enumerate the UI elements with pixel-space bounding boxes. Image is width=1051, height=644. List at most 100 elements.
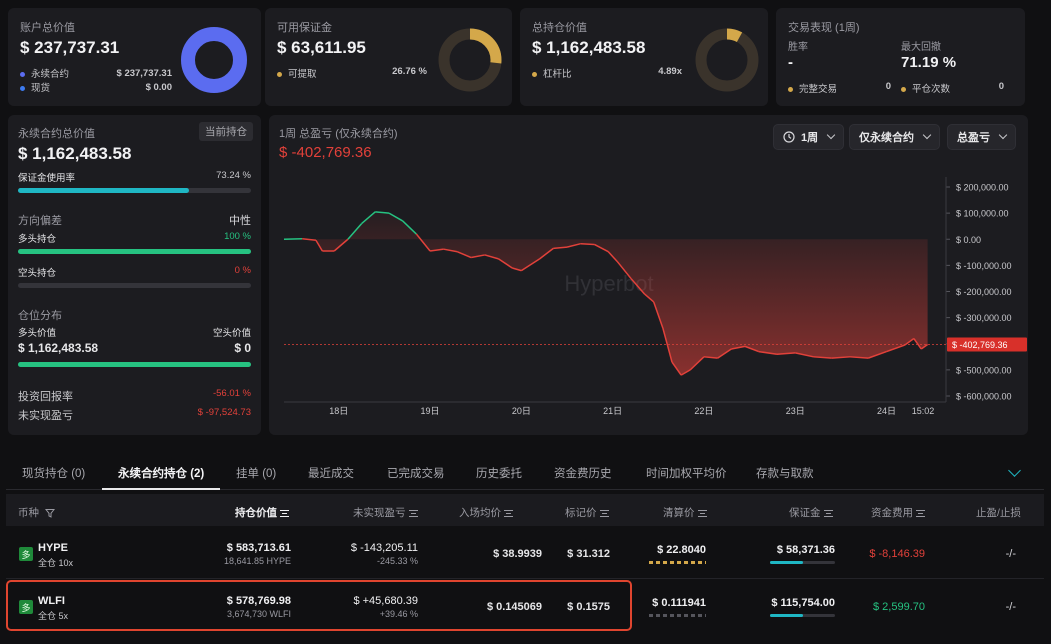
margin-usage-value: 73.24 % <box>216 170 251 181</box>
sort-icon <box>697 509 707 517</box>
dist-long-value: $ 1,162,483.58 <box>18 341 99 355</box>
coin-cell[interactable]: HYPE 全仓 10x <box>38 542 73 569</box>
highlight-box <box>6 580 632 631</box>
y-tick-label: $ -300,000.00 <box>956 313 1012 323</box>
x-tick-label: 15:02 <box>912 406 935 416</box>
margin-usage-label: 保证金使用率 <box>18 173 76 184</box>
th-margin[interactable]: 保证金 <box>789 505 833 520</box>
perp-label: 永续合约 <box>31 69 70 80</box>
th-tpsl: 止盈/止损 <box>976 505 1021 520</box>
x-tick-label: 20日 <box>512 406 531 416</box>
liq-price: $ 0.111941 <box>652 597 706 609</box>
tpsl-value[interactable]: -/- <box>1006 601 1016 613</box>
tab-7[interactable]: 时间加权平均价 <box>646 465 727 481</box>
entry-price: $ 38.9939 <box>493 548 542 560</box>
leverage-label: 杠杆比 <box>543 69 572 80</box>
th-liq[interactable]: 清算价 <box>663 505 707 520</box>
leverage-row: 杠杆比 4.89x <box>532 66 682 80</box>
total-position-card: 总持仓价值 $ 1,162,483.58 杠杆比 4.89x <box>520 8 768 106</box>
upnl-label: 未实现盈亏 <box>18 410 73 422</box>
pnl-chart: Hyperbot$ 200,000.00$ 100,000.00$ 0.00$ … <box>283 177 1027 416</box>
withdrawable-value: 26.76 % <box>392 66 427 77</box>
withdrawable-label: 可提取 <box>288 69 317 80</box>
position-donut <box>695 28 759 92</box>
mark-price: $ 31.312 <box>567 548 610 560</box>
x-tick-label: 19日 <box>421 406 440 416</box>
tab-8[interactable]: 存款与取款 <box>756 465 814 481</box>
dist-long-label: 多头价值 <box>18 328 57 339</box>
th-tpsl-label: 止盈/止损 <box>976 507 1021 519</box>
perp-summary-panel: 永续合约总价值 当前持仓 $ 1,162,483.58 保证金使用率 73.24… <box>8 115 261 435</box>
pnl-line-segment <box>302 237 317 242</box>
long-side-badge: 多 <box>19 547 33 561</box>
performance-label: 交易表现 (1周) <box>788 22 860 34</box>
position-label: 总持仓价值 <box>532 22 587 34</box>
long-bar <box>18 249 251 254</box>
positions-tabs: 现货持仓 (0) 永续合约持仓 (2) 挂单 (0) 最近成交 已完成交易 历史委托 资金费… <box>6 456 1044 490</box>
margin-cell: $ 115,754.00 <box>770 597 835 617</box>
short-pct: 0 % <box>234 265 251 276</box>
account-value: $ 237,737.31 <box>20 38 120 57</box>
pnl-line-segment <box>283 237 303 240</box>
x-tick-label: 24日 <box>877 406 896 416</box>
liq-price: $ 22.8040 <box>657 544 706 556</box>
pnl-line-segment <box>580 242 595 246</box>
th-position-value[interactable]: 持仓价值 <box>235 505 289 520</box>
sort-icon <box>408 509 418 517</box>
tab-4[interactable]: 已完成交易 <box>387 465 445 481</box>
tab-5[interactable]: 历史委托 <box>476 465 522 481</box>
current-holdings-badge: 当前持仓 <box>199 122 253 141</box>
coin-name: HYPE <box>38 542 68 554</box>
y-tick-label: $ 200,000.00 <box>956 183 1009 193</box>
account-donut <box>181 27 247 93</box>
funding-fee: $ -8,146.39 <box>869 548 925 560</box>
filter-icon[interactable] <box>44 508 55 519</box>
upnl-percent: -245.33 % <box>376 556 418 566</box>
short-label: 空头持仓 <box>18 268 57 279</box>
x-tick-label: 23日 <box>786 406 805 416</box>
position-size: 18,641.85 HYPE <box>223 556 291 566</box>
closes-value: 0 <box>998 81 1004 92</box>
tab-3[interactable]: 最近成交 <box>308 465 354 481</box>
y-tick-label: $ -600,000.00 <box>956 392 1012 402</box>
th-coin[interactable]: 币种 <box>18 505 55 520</box>
margin-bar <box>770 614 835 617</box>
y-tick-label: $ -500,000.00 <box>956 365 1012 375</box>
th-coin-label: 币种 <box>18 507 39 519</box>
margin-bar <box>770 561 835 564</box>
funding-fee: $ 2,599.70 <box>873 601 925 613</box>
tab-0[interactable]: 现货持仓 (0) <box>22 465 85 481</box>
th-upnl[interactable]: 未实现盈亏 <box>353 505 418 520</box>
th-funding[interactable]: 资金费用 <box>871 505 925 520</box>
x-tick-label: 18日 <box>329 406 348 416</box>
long-pct: 100 % <box>224 231 251 242</box>
closes-label: 平仓次数 <box>912 84 951 95</box>
win-rate-label: 胜率 <box>788 42 808 53</box>
margin-amount: $ 58,371.36 <box>776 544 835 556</box>
spot-value: $ 0.00 <box>145 81 172 93</box>
y-tick-label: $ -100,000.00 <box>956 261 1012 271</box>
th-entry[interactable]: 入场均价 <box>459 505 513 520</box>
tpsl-value[interactable]: -/- <box>1006 548 1016 560</box>
account-value-card: 账户总价值 $ 237,737.31 永续合约 $ 237,737.31 现货 … <box>8 8 261 106</box>
completed-trades-row: 完整交易 0 <box>788 81 891 95</box>
margin-usage-bar <box>18 188 251 193</box>
tab-1[interactable]: 永续合约持仓 (2) <box>118 465 204 481</box>
y-tick-label: $ 0.00 <box>956 235 981 245</box>
th-liq-label: 清算价 <box>663 507 695 519</box>
th-mark[interactable]: 标记价 <box>565 505 609 520</box>
leverage-value: 4.89x <box>658 66 682 77</box>
tab-6[interactable]: 资金费历史 <box>554 465 612 481</box>
sort-icon <box>280 509 289 517</box>
y-tick-label: $ -200,000.00 <box>956 287 1012 297</box>
tab-2[interactable]: 挂单 (0) <box>236 465 276 481</box>
sort-icon <box>916 509 925 517</box>
dist-short-value: $ 0 <box>234 341 251 355</box>
sort-icon <box>504 509 513 517</box>
performance-card: 交易表现 (1周) 胜率 - 最大回撤 71.19 % 完整交易 0 平仓次数 … <box>776 8 1025 106</box>
th-funding-label: 资金费用 <box>871 507 913 519</box>
roi-value: -56.01 % <box>212 388 251 399</box>
distribution-label: 仓位分布 <box>18 310 62 322</box>
withdrawable-row: 可提取 26.76 % <box>277 66 427 80</box>
x-tick-label: 22日 <box>694 406 713 416</box>
